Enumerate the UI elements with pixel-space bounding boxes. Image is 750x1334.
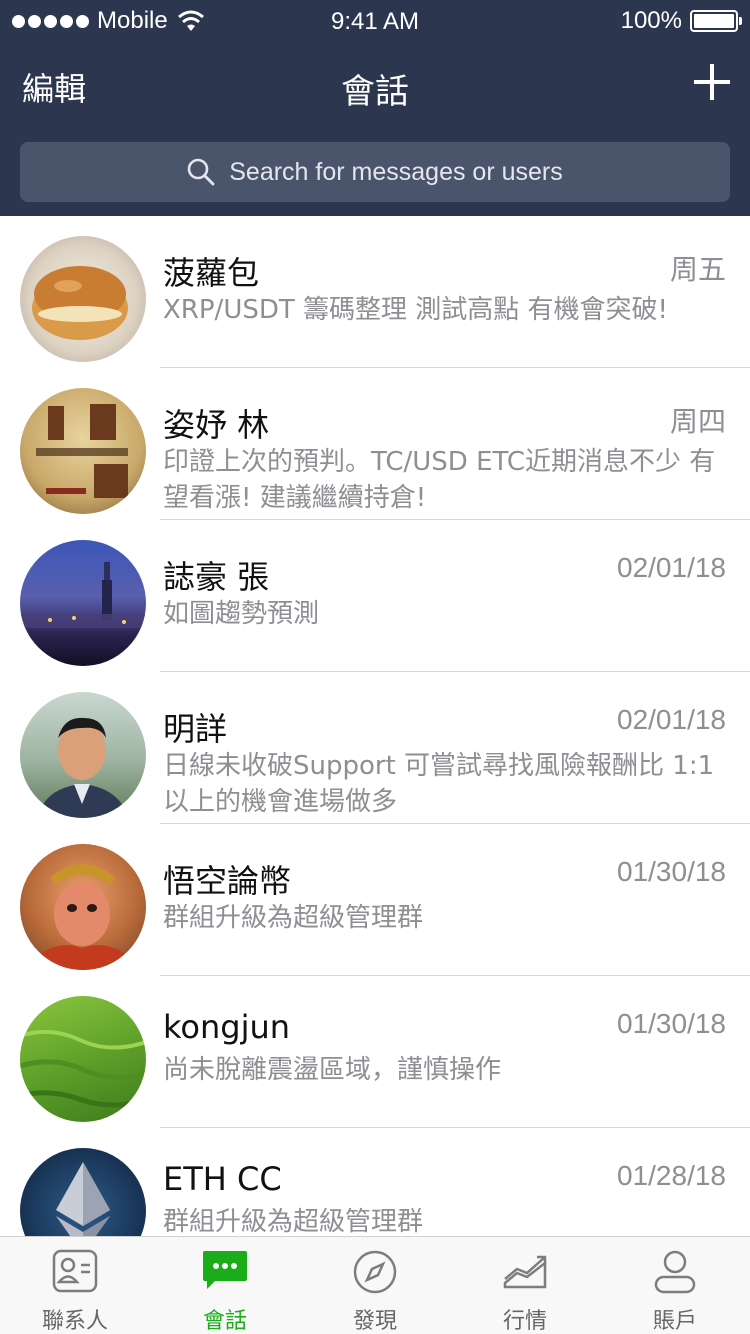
chat-name: 姿妤 林 [163,406,270,444]
contacts-icon [52,1249,98,1293]
avatar [20,1148,146,1236]
chat-date: 02/01/18 [617,704,726,735]
chat-preview: 日線未收破Support 可嘗試尋找風險報酬比 1:1以上的機會進場做多 [163,751,715,817]
tab-discover[interactable]: 發現 [300,1237,450,1334]
chat-row[interactable]: 明詳 02/01/18 日線未收破Support 可嘗試尋找風險報酬比 1:1以… [0,672,750,824]
compass-icon [353,1250,397,1294]
nav-bar: 編輯 會話 [0,44,750,128]
battery-icon [690,10,742,32]
tab-contacts[interactable]: 聯系人 [0,1237,150,1334]
page-title: 會話 [341,72,409,112]
chat-date: 周四 [669,406,726,437]
chat-row[interactable]: 悟空論幣 01/30/18 群組升級為超級管理群 [0,824,750,976]
chat-date: 周五 [669,254,726,285]
search-icon [187,158,215,186]
chat-preview: 尚未脫離震盪區域，謹慎操作 [163,1055,502,1085]
chat-date: 02/01/18 [617,552,726,583]
header: Mobile 9:41 AM 100% 編輯 會話 Search for mes… [0,0,750,216]
search-placeholder: Search for messages or users [229,157,563,186]
tab-bar: 聯系人 會話 發現 行情 賬戶 [0,1236,750,1334]
chat-name: 誌豪 張 [163,558,270,596]
chat-name: ETH CC [163,1160,282,1198]
tab-label: 會話 [202,1309,247,1334]
avatar [20,692,146,818]
chat-preview: 如圖趨勢預測 [163,599,320,629]
chat-preview: 印證上次的預判。TC/USD ETC近期消息不少 有望看漲! 建議繼續持倉! [163,447,716,513]
tab-market[interactable]: 行情 [450,1237,600,1334]
avatar [20,844,146,970]
chat-row[interactable]: 誌豪 張 02/01/18 如圖趨勢預測 [0,520,750,672]
chart-icon [503,1255,547,1289]
chat-date: 01/30/18 [617,856,726,887]
battery-percent: 100% [620,7,682,34]
chat-row[interactable]: 菠蘿包 周五 XRP/USDT 籌碼整理 測試高點 有機會突破! [0,216,750,368]
chat-preview: 群組升級為超級管理群 [163,903,424,933]
tab-chats[interactable]: 會話 [150,1237,300,1334]
tab-label: 行情 [502,1309,547,1334]
chat-row[interactable]: ETH CC 01/28/18 群組升級為超級管理群 [0,1128,750,1236]
chat-preview: 群組升級為超級管理群 [163,1207,424,1236]
tab-account[interactable]: 賬戶 [600,1237,750,1334]
chat-row[interactable]: kongjun 01/30/18 尚未脫離震盪區域，謹慎操作 [0,976,750,1128]
chat-name: 悟空論幣 [163,862,292,900]
avatar [20,996,146,1122]
chat-date: 01/30/18 [617,1008,726,1039]
edit-button[interactable]: 編輯 [22,64,86,110]
avatar [20,388,146,514]
tab-label: 賬戶 [652,1309,697,1334]
status-bar: Mobile 9:41 AM 100% [0,0,750,44]
chat-date: 01/28/18 [617,1160,726,1191]
chat-name: kongjun [163,1008,291,1046]
tab-label: 發現 [352,1309,397,1334]
chat-row[interactable]: 姿妤 林 周四 印證上次的預判。TC/USD ETC近期消息不少 有望看漲! 建… [0,368,750,520]
avatar [20,236,146,362]
avatar [20,540,146,666]
search-input[interactable]: Search for messages or users [20,142,730,202]
chat-icon [203,1251,247,1289]
person-icon [654,1250,696,1294]
tab-label: 聯系人 [41,1309,108,1334]
chat-list: 菠蘿包 周五 XRP/USDT 籌碼整理 測試高點 有機會突破! 姿妤 林 周四… [0,216,750,1236]
chat-name: 菠蘿包 [163,254,260,292]
chat-preview: XRP/USDT 籌碼整理 測試高點 有機會突破! [163,295,668,325]
add-icon[interactable] [692,62,732,102]
chat-name: 明詳 [163,710,228,748]
